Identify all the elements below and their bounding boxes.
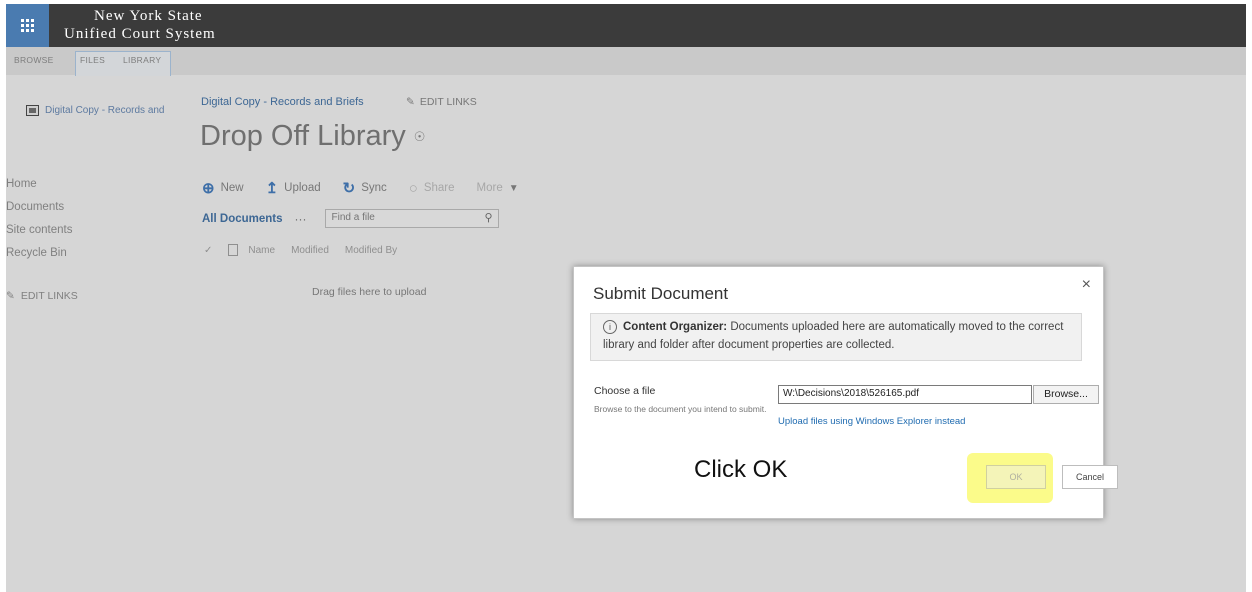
browser-frame: New York State Unified Court System BROW… xyxy=(6,4,1246,592)
suite-bar: New York State Unified Court System xyxy=(6,4,1246,47)
choose-file-label: Choose a file xyxy=(594,385,656,397)
sync-button[interactable]: ↻ Sync xyxy=(343,179,387,197)
sync-label: Sync xyxy=(361,182,387,194)
share-button[interactable]: ○ Share xyxy=(409,180,455,197)
edit-links-left[interactable]: ✎ EDIT LINKS xyxy=(6,290,78,302)
ribbon: BROWSE FILES LIBRARY xyxy=(6,47,1246,76)
brand-logo[interactable]: New York State Unified Court System xyxy=(64,7,216,43)
browse-button[interactable]: Browse... xyxy=(1033,385,1099,404)
new-label: New xyxy=(220,182,244,194)
upload-label: Upload xyxy=(284,182,321,194)
nav-item-documents[interactable]: Documents xyxy=(6,201,64,213)
content-organizer-notice: i Content Organizer: Documents uploaded h… xyxy=(590,313,1082,361)
tab-browse[interactable]: BROWSE xyxy=(14,55,54,65)
pencil-icon: ✎ xyxy=(6,290,15,302)
view-row: All Documents ··· ⚲ xyxy=(202,209,499,228)
search-icon[interactable]: ⚲ xyxy=(484,211,492,224)
choose-file-help: Browse to the document you intend to sub… xyxy=(594,404,767,414)
plus-circle-icon: ⊕ xyxy=(202,180,215,197)
info-icon[interactable]: ☉ xyxy=(414,129,426,145)
nav-item-home[interactable]: Home xyxy=(6,178,37,190)
more-button[interactable]: More ▼ xyxy=(477,182,519,194)
column-modified-by[interactable]: Modified By xyxy=(345,245,397,256)
share-label: Share xyxy=(423,182,455,194)
upload-icon: ↥ xyxy=(265,180,279,197)
select-all-checkmark-icon[interactable]: ✓ xyxy=(204,245,212,256)
search-box: ⚲ xyxy=(324,209,499,228)
upload-explorer-link[interactable]: Upload files using Windows Explorer inst… xyxy=(778,416,965,427)
waffle-icon xyxy=(21,19,34,32)
instruction-annotation: Click OK xyxy=(694,456,788,483)
info-circle-icon: i xyxy=(603,320,617,334)
brand-line-2: Unified Court System xyxy=(64,26,216,42)
share-icon: ○ xyxy=(408,179,418,197)
brand-line-1: New York State xyxy=(94,8,203,24)
edit-links-top[interactable]: ✎ EDIT LINKS xyxy=(406,96,477,108)
view-options-ellipsis[interactable]: ··· xyxy=(295,212,307,226)
page-title-text: Drop Off Library xyxy=(200,120,406,152)
notice-label: Content Organizer: xyxy=(623,321,728,333)
page-title: Drop Off Library ☉ xyxy=(200,120,425,153)
dialog-title: Submit Document xyxy=(593,284,729,303)
more-label: More xyxy=(476,182,503,194)
edit-links-left-label: EDIT LINKS xyxy=(20,290,78,302)
new-button[interactable]: ⊕ New xyxy=(202,179,244,197)
ok-button[interactable]: OK xyxy=(986,465,1046,489)
file-path-field[interactable]: W:\Decisions\2018\526165.pdf xyxy=(778,385,1032,404)
tab-files[interactable]: FILES xyxy=(80,55,105,65)
search-input[interactable] xyxy=(325,210,472,225)
site-logo-text: Digital Copy - Records and xyxy=(45,105,165,116)
upload-button[interactable]: ↥ Upload xyxy=(266,179,321,197)
edit-links-label: EDIT LINKS xyxy=(419,96,477,108)
nav-item-site-contents[interactable]: Site contents xyxy=(6,224,72,236)
site-logo-icon xyxy=(26,105,39,116)
nav-item-recycle-bin[interactable]: Recycle Bin xyxy=(6,247,67,259)
column-headers: ✓ Name Modified Modified By xyxy=(204,244,413,256)
close-icon[interactable]: × xyxy=(1082,276,1091,294)
column-name[interactable]: Name xyxy=(248,245,275,256)
cancel-button[interactable]: Cancel xyxy=(1062,465,1118,489)
column-modified[interactable]: Modified xyxy=(291,245,329,256)
chevron-down-icon: ▼ xyxy=(508,182,519,194)
app-launcher-button[interactable] xyxy=(6,4,49,47)
drop-zone-text: Drag files here to upload xyxy=(312,286,427,298)
submit-document-dialog: Submit Document × i Content Organizer: Do… xyxy=(573,266,1118,519)
document-type-icon xyxy=(228,244,239,256)
tab-library[interactable]: LIBRARY xyxy=(123,55,161,65)
breadcrumb[interactable]: Digital Copy - Records and Briefs xyxy=(201,96,364,108)
view-all-documents[interactable]: All Documents xyxy=(202,213,283,225)
pencil-icon: ✎ xyxy=(406,96,415,108)
site-logo[interactable]: Digital Copy - Records and xyxy=(26,105,165,116)
command-bar: ⊕ New ↥ Upload ↻ Sync ○ Share More ▼ xyxy=(202,179,541,198)
sync-icon: ↻ xyxy=(342,180,356,197)
